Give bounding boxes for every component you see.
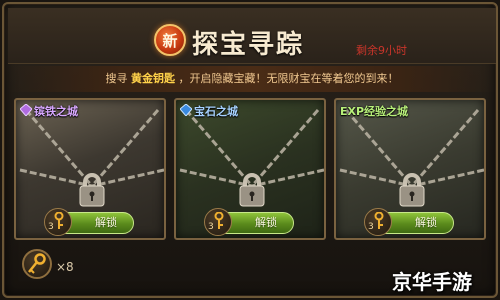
key-count: 3 [368, 222, 374, 232]
key-inventory[interactable] [22, 249, 52, 279]
city-cards: 镔铁之城 解锁 3 宝石之城 解锁 3 EXP经验之城 解锁 3 [14, 98, 486, 242]
card-label: 宝石之城 [194, 105, 238, 118]
key-count: 3 [208, 222, 214, 232]
subtitle-banner: 搜寻 黄金钥匙 ，开启隐藏宝藏！无限财宝在等着您的到来！ [8, 66, 496, 92]
inventory-count: ×8 [56, 260, 74, 274]
subtitle-suffix: ，开启隐藏宝藏！无限财宝在等着您的到来！ [178, 72, 399, 85]
key-token: 3 [204, 208, 232, 236]
remaining-time: 剩余9小时 [356, 44, 407, 57]
watermark: 京华手游 [392, 270, 472, 294]
padlock-icon [79, 173, 105, 207]
key-token: 3 [364, 208, 392, 236]
subtitle-highlight: 黄金钥匙 [131, 72, 175, 85]
gem-icon [20, 104, 32, 116]
padlock-icon [399, 173, 425, 207]
golden-key-icon [54, 212, 64, 229]
new-badge-icon: 新 [154, 24, 186, 56]
city-card-gem[interactable]: 宝石之城 解锁 3 [174, 98, 326, 240]
golden-key-icon [374, 212, 384, 229]
panel-title: 探宝寻踪 [192, 30, 305, 60]
key-count: 3 [48, 222, 54, 232]
golden-key-icon [28, 253, 46, 274]
subtitle-prefix: 搜寻 [105, 72, 128, 85]
city-card-iron[interactable]: 镔铁之城 解锁 3 [14, 98, 166, 240]
card-label: 镔铁之城 [34, 105, 78, 118]
padlock-icon [239, 173, 265, 207]
city-card-exp[interactable]: EXP经验之城 解锁 3 [334, 98, 486, 240]
gem-icon [180, 104, 192, 116]
card-label: EXP经验之城 [340, 105, 409, 118]
golden-key-icon [214, 212, 224, 229]
key-token: 3 [44, 208, 72, 236]
